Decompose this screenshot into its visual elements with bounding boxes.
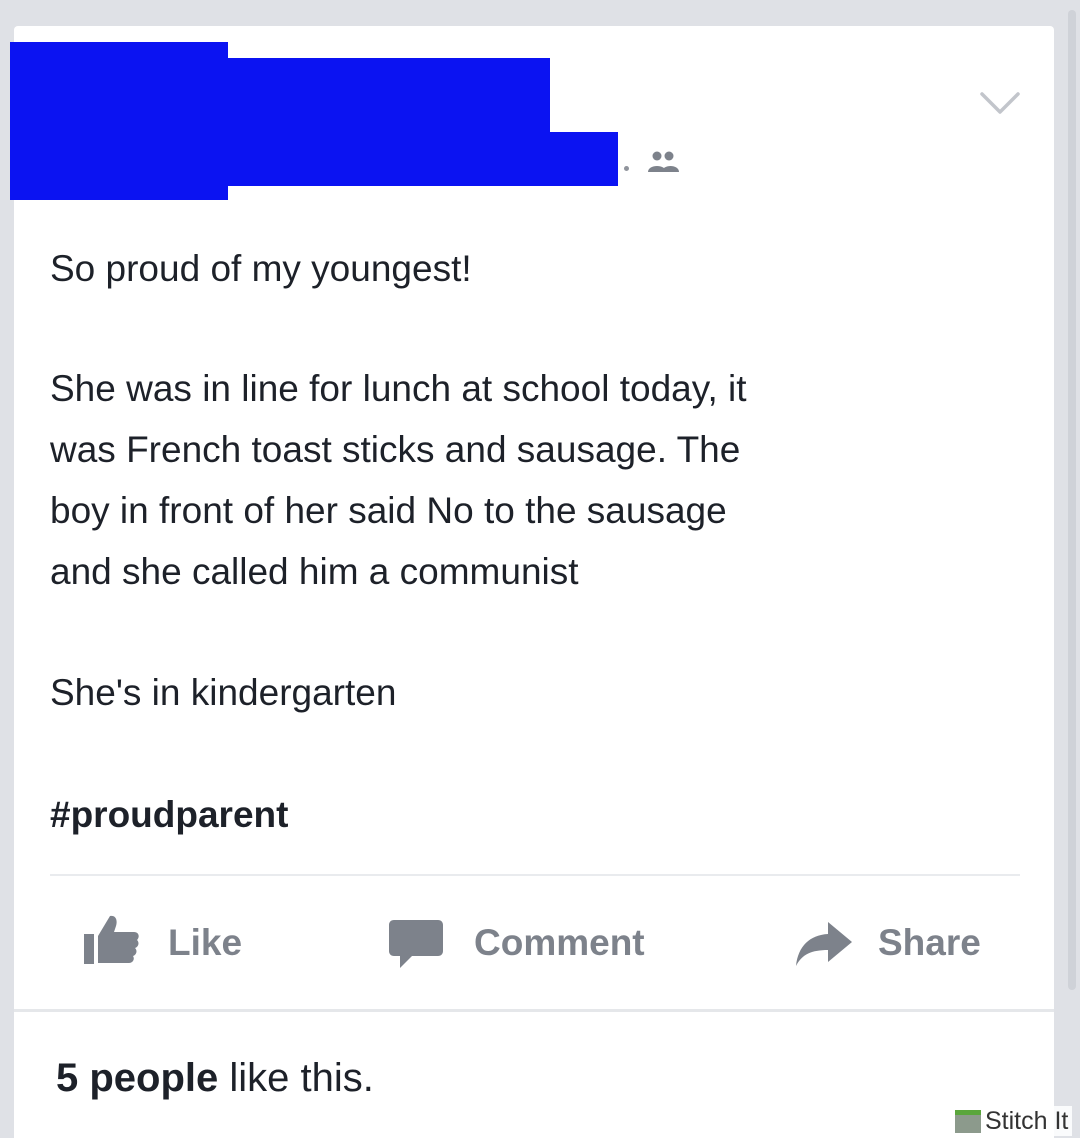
header-separator-dot — [624, 166, 629, 171]
share-arrow-icon — [796, 922, 852, 966]
post-text-line: So proud of my youngest! — [50, 248, 472, 289]
author-name-redaction — [10, 42, 228, 200]
post-text-line: She's in kindergarten — [50, 672, 397, 713]
post-text-line: She was in line for lunch at school toda… — [50, 368, 747, 409]
hashtag-link[interactable]: #proudparent — [50, 784, 288, 845]
share-button[interactable]: Share — [794, 914, 1004, 972]
likes-count[interactable]: 5 people — [56, 1056, 218, 1100]
watermark-text: Stitch It — [985, 1106, 1069, 1135]
thumbs-up-icon — [84, 915, 139, 964]
comment-label: Comment — [474, 922, 645, 963]
watermark: Stitch It — [955, 1106, 1073, 1136]
like-button[interactable]: Like — [82, 914, 262, 972]
friends-icon[interactable] — [647, 150, 681, 174]
post-text-line: and she called him a communist — [50, 551, 579, 592]
likes-summary[interactable]: 5 people like this. — [56, 1056, 374, 1101]
watermark-logo-icon — [955, 1109, 981, 1133]
share-label: Share — [878, 922, 981, 963]
post-text-line: boy in front of her said No to the sausa… — [50, 490, 727, 531]
divider — [50, 874, 1020, 876]
scrollbar-thumb[interactable] — [1068, 10, 1076, 990]
comment-button[interactable]: Comment — [388, 914, 678, 972]
chevron-down-icon[interactable] — [978, 88, 1022, 118]
author-name-redaction — [226, 132, 618, 186]
likes-suffix: like this. — [218, 1056, 374, 1100]
divider — [14, 1009, 1054, 1012]
speech-bubble-icon — [389, 920, 443, 968]
post-text-line: was French toast sticks and sausage. The — [50, 429, 741, 470]
author-name-redaction — [226, 58, 550, 138]
like-label: Like — [168, 922, 243, 963]
